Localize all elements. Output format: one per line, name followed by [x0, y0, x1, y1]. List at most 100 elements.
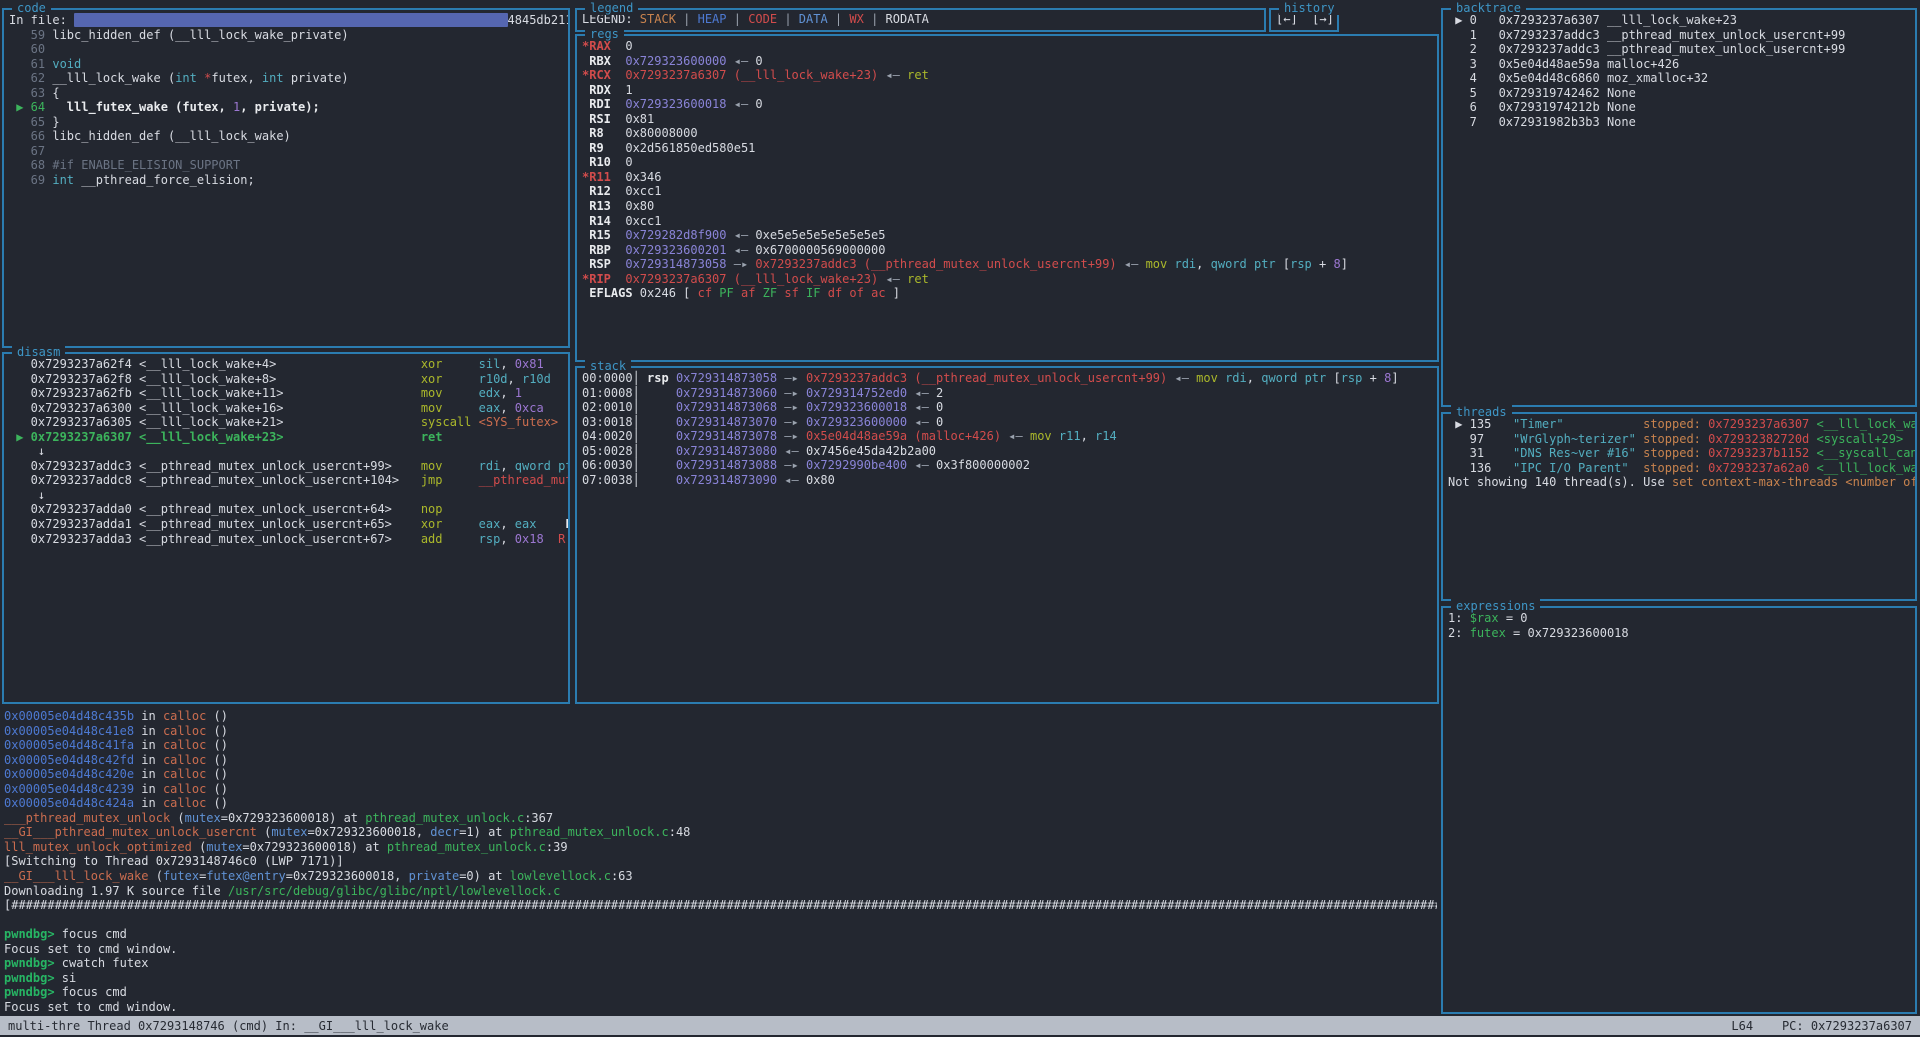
disassembly-pane-body-line: ▶ 0x7293237a6307 <__lll_lock_wake+23> re…: [9, 430, 568, 445]
stack-pane: stack 00:0000│ rsp 0x729314873058 —▸ 0x7…: [575, 366, 1439, 704]
threads-pane-body-line: 31 "DNS Res~ver #16" stopped: 0x7293237b…: [1448, 446, 1915, 461]
threads-pane-body[interactable]: ▶ 135 "Timer" stopped: 0x7293237a6307 <_…: [1443, 414, 1915, 597]
backtrace-pane: backtrace ▶ 0 0x7293237a6307 __lll_lock_…: [1441, 8, 1917, 407]
registers-pane-body-line: RSP 0x729314873058 —▸ 0x7293237addc3 (__…: [582, 257, 1437, 272]
registers-pane-body-line: RSI 0x81: [582, 112, 1437, 127]
registers-pane-body-line: EFLAGS 0x246 [ cf PF af ZF sf IF df of a…: [582, 286, 1437, 301]
command-output-area-line: __GI___lll_lock_wake (futex=futex@entry=…: [4, 869, 1437, 884]
code-pane-body-line: 69 int __pthread_force_elision;: [9, 173, 568, 188]
backtrace-pane-body-line: ▶ 0 0x7293237a6307 __lll_lock_wake+23: [1448, 13, 1915, 28]
command-output-area-line: [#######################################…: [4, 898, 1437, 913]
disassembly-pane-body-line: 0x7293237addc8 <__pthread_mutex_unlock_u…: [9, 473, 568, 488]
registers-pane-body-line: *RAX 0: [582, 39, 1437, 54]
stack-pane-title: stack: [585, 359, 631, 373]
history-pane-title: history: [1279, 1, 1340, 15]
code-pane-body-line: 59 libc_hidden_def (__lll_lock_wake_priv…: [9, 28, 568, 43]
command-output-area-line: Focus set to cmd window.: [4, 1000, 1437, 1014]
command-output-area-line: 0x00005e04d48c42fd in calloc (): [4, 753, 1437, 768]
disassembly-pane-body-line: 0x7293237a6300 <__lll_lock_wake+16> mov …: [9, 401, 568, 416]
disassembly-pane-body-line: ↓: [9, 488, 568, 503]
registers-pane-body-line: *RIP 0x7293237a6307 (__lll_lock_wake+23)…: [582, 272, 1437, 287]
code-pane-body-line: ▶ 64 lll_futex_wake (futex, 1, private);: [9, 100, 568, 115]
legend-pane-title: legend: [585, 1, 638, 15]
backtrace-pane-body-line: 3 0x5e04d48ae59a malloc+426: [1448, 57, 1915, 72]
disassembly-pane-title: disasm: [12, 345, 65, 359]
backtrace-pane-body-line: 4 0x5e04d48c6860 moz_xmalloc+32: [1448, 71, 1915, 86]
code-pane-body-line: In file: 4845db211e7b42c7176f9be21b8301e…: [9, 13, 568, 28]
command-output-area-line: ___pthread_mutex_unlock (mutex=0x7293236…: [4, 811, 1437, 826]
command-output-area-line: 0x00005e04d48c420e in calloc (): [4, 767, 1437, 782]
disassembly-pane-body-line: 0x7293237a62fb <__lll_lock_wake+11> mov …: [9, 386, 568, 401]
command-output-area-line: __GI___pthread_mutex_unlock_usercnt (mut…: [4, 825, 1437, 840]
registers-pane-body-line: R10 0: [582, 155, 1437, 170]
threads-pane-body-line: Not showing 140 thread(s). Use set conte…: [1448, 475, 1915, 490]
backtrace-pane-body-line: 2 0x7293237addc3 __pthread_mutex_unlock_…: [1448, 42, 1915, 57]
registers-pane-body-line: *R11 0x346: [582, 170, 1437, 185]
registers-pane-body-line: R9 0x2d561850ed580e51: [582, 141, 1437, 156]
status-bar: multi-thre Thread 0x7293148746 (cmd) In:…: [0, 1016, 1920, 1035]
disassembly-pane-body-line: 0x7293237adda1 <__pthread_mutex_unlock_u…: [9, 517, 568, 532]
stack-pane-body-line: 01:0008│ 0x729314873060 —▸ 0x729314752ed…: [582, 386, 1437, 401]
disassembly-pane-body-line: 0x7293237a62f8 <__lll_lock_wake+8> xor r…: [9, 372, 568, 387]
command-output-area-line: pwndbg> cwatch futex: [4, 956, 1437, 971]
expressions-pane-body-line: 1: $rax = 0: [1448, 611, 1915, 626]
backtrace-pane-body[interactable]: ▶ 0 0x7293237a6307 __lll_lock_wake+23 1 …: [1443, 10, 1915, 403]
registers-pane-body-line: RDI 0x729323600018 ◂— 0: [582, 97, 1437, 112]
status-bar-left-text: multi-thre Thread 0x7293148746 (cmd) In:…: [8, 1019, 449, 1033]
code-pane-body-line: 60: [9, 42, 568, 57]
registers-pane: regs *RAX 0 RBX 0x729323600000 ◂— 0*RCX …: [575, 34, 1439, 362]
stack-pane-body-line: 07:0038│ 0x729314873090 ◂— 0x80: [582, 473, 1437, 488]
expressions-pane: expressions 1: $rax = 02: futex = 0x7293…: [1441, 606, 1917, 1014]
command-output-area-line: [4, 913, 1437, 928]
code-pane-body-line: 65 }: [9, 115, 568, 130]
registers-pane-body-line: R15 0x729282d8f900 ◂— 0xe5e5e5e5e5e5e5e5: [582, 228, 1437, 243]
backtrace-pane-body-line: 1 0x7293237addc3 __pthread_mutex_unlock_…: [1448, 28, 1915, 43]
command-output-area-line: 0x00005e04d48c424a in calloc (): [4, 796, 1437, 811]
command-output-area-line: pwndbg> focus cmd: [4, 985, 1437, 1000]
stack-pane-body-line: 02:0010│ 0x729314873068 —▸ 0x72932360001…: [582, 400, 1437, 415]
expressions-pane-body[interactable]: 1: $rax = 02: futex = 0x729323600018: [1443, 608, 1915, 1010]
history-pane: history [←] [→]: [1269, 8, 1339, 32]
registers-pane-body-line: RDX 1: [582, 83, 1437, 98]
disassembly-pane-body-line: 0x7293237addc3 <__pthread_mutex_unlock_u…: [9, 459, 568, 474]
backtrace-pane-body-line: 7 0x72931982b3b3 None: [1448, 115, 1915, 130]
code-pane-body-line: 66 libc_hidden_def (__lll_lock_wake): [9, 129, 568, 144]
registers-pane-body-line: RBP 0x729323600201 ◂— 0x6700000569000000: [582, 243, 1437, 258]
stack-pane-body-line: 04:0020│ 0x729314873078 —▸ 0x5e04d48ae59…: [582, 429, 1437, 444]
registers-pane-body-line: RBX 0x729323600000 ◂— 0: [582, 54, 1437, 69]
threads-pane-body-line: ▶ 135 "Timer" stopped: 0x7293237a6307 <_…: [1448, 417, 1915, 432]
stack-pane-body[interactable]: 00:0000│ rsp 0x729314873058 —▸ 0x7293237…: [577, 368, 1437, 700]
code-pane-body[interactable]: In file: 4845db211e7b42c7176f9be21b8301e…: [4, 10, 568, 344]
command-output-area-line: 0x00005e04d48c435b in calloc (): [4, 709, 1437, 724]
registers-pane-body[interactable]: *RAX 0 RBX 0x729323600000 ◂— 0*RCX 0x729…: [577, 36, 1437, 358]
expressions-pane-title: expressions: [1451, 599, 1540, 613]
threads-pane-title: threads: [1451, 405, 1512, 419]
code-pane-body-line: 63 {: [9, 86, 568, 101]
status-bar-right-text: L64 PC: 0x7293237a6307: [1731, 1019, 1912, 1033]
disassembly-pane-body[interactable]: 0x7293237a62f4 <__lll_lock_wake+4> xor s…: [4, 354, 568, 700]
threads-pane: threads ▶ 135 "Timer" stopped: 0x7293237…: [1441, 412, 1917, 601]
disassembly-pane-body-line: 0x7293237adda0 <__pthread_mutex_unlock_u…: [9, 502, 568, 517]
disassembly-pane-body-line: 0x7293237adda3 <__pthread_mutex_unlock_u…: [9, 532, 568, 547]
expressions-pane-body-line: 2: futex = 0x729323600018: [1448, 626, 1915, 641]
disassembly-pane-body-line: ↓: [9, 444, 568, 459]
stack-pane-body-line: 05:0028│ 0x729314873080 ◂— 0x7456e45da42…: [582, 444, 1437, 459]
pwndbg-terminal: { "code": { "title": "code", "lines": [ …: [0, 0, 1920, 1037]
command-output-area-line: 0x00005e04d48c41e8 in calloc (): [4, 724, 1437, 739]
code-pane-body-line: 61 void: [9, 57, 568, 72]
registers-pane-body-line: R12 0xcc1: [582, 184, 1437, 199]
code-pane-body-line: 62 __lll_lock_wake (int *futex, int priv…: [9, 71, 568, 86]
code-pane-body-line: 68 #if ENABLE_ELISION_SUPPORT: [9, 158, 568, 173]
registers-pane-body-line: R13 0x80: [582, 199, 1437, 214]
stack-pane-body-line: 06:0030│ 0x729314873088 —▸ 0x7292990be40…: [582, 458, 1437, 473]
command-output-area-line: lll_mutex_unlock_optimized (mutex=0x7293…: [4, 840, 1437, 855]
registers-pane-body-line: *RCX 0x7293237a6307 (__lll_lock_wake+23)…: [582, 68, 1437, 83]
registers-pane-body-line: R14 0xcc1: [582, 214, 1437, 229]
command-output-area[interactable]: 0x00005e04d48c435b in calloc ()0x00005e0…: [4, 709, 1437, 1014]
command-output-area-line: pwndbg> si: [4, 971, 1437, 986]
backtrace-pane-body-line: 6 0x72931974212b None: [1448, 100, 1915, 115]
threads-pane-body-line: 97 "WrGlyph~terizer" stopped: 0x72932382…: [1448, 432, 1915, 447]
code-pane-body-line: 67: [9, 144, 568, 159]
command-output-area-line: [Switching to Thread 0x7293148746c0 (LWP…: [4, 854, 1437, 869]
disassembly-pane-body-line: 0x7293237a62f4 <__lll_lock_wake+4> xor s…: [9, 357, 568, 372]
